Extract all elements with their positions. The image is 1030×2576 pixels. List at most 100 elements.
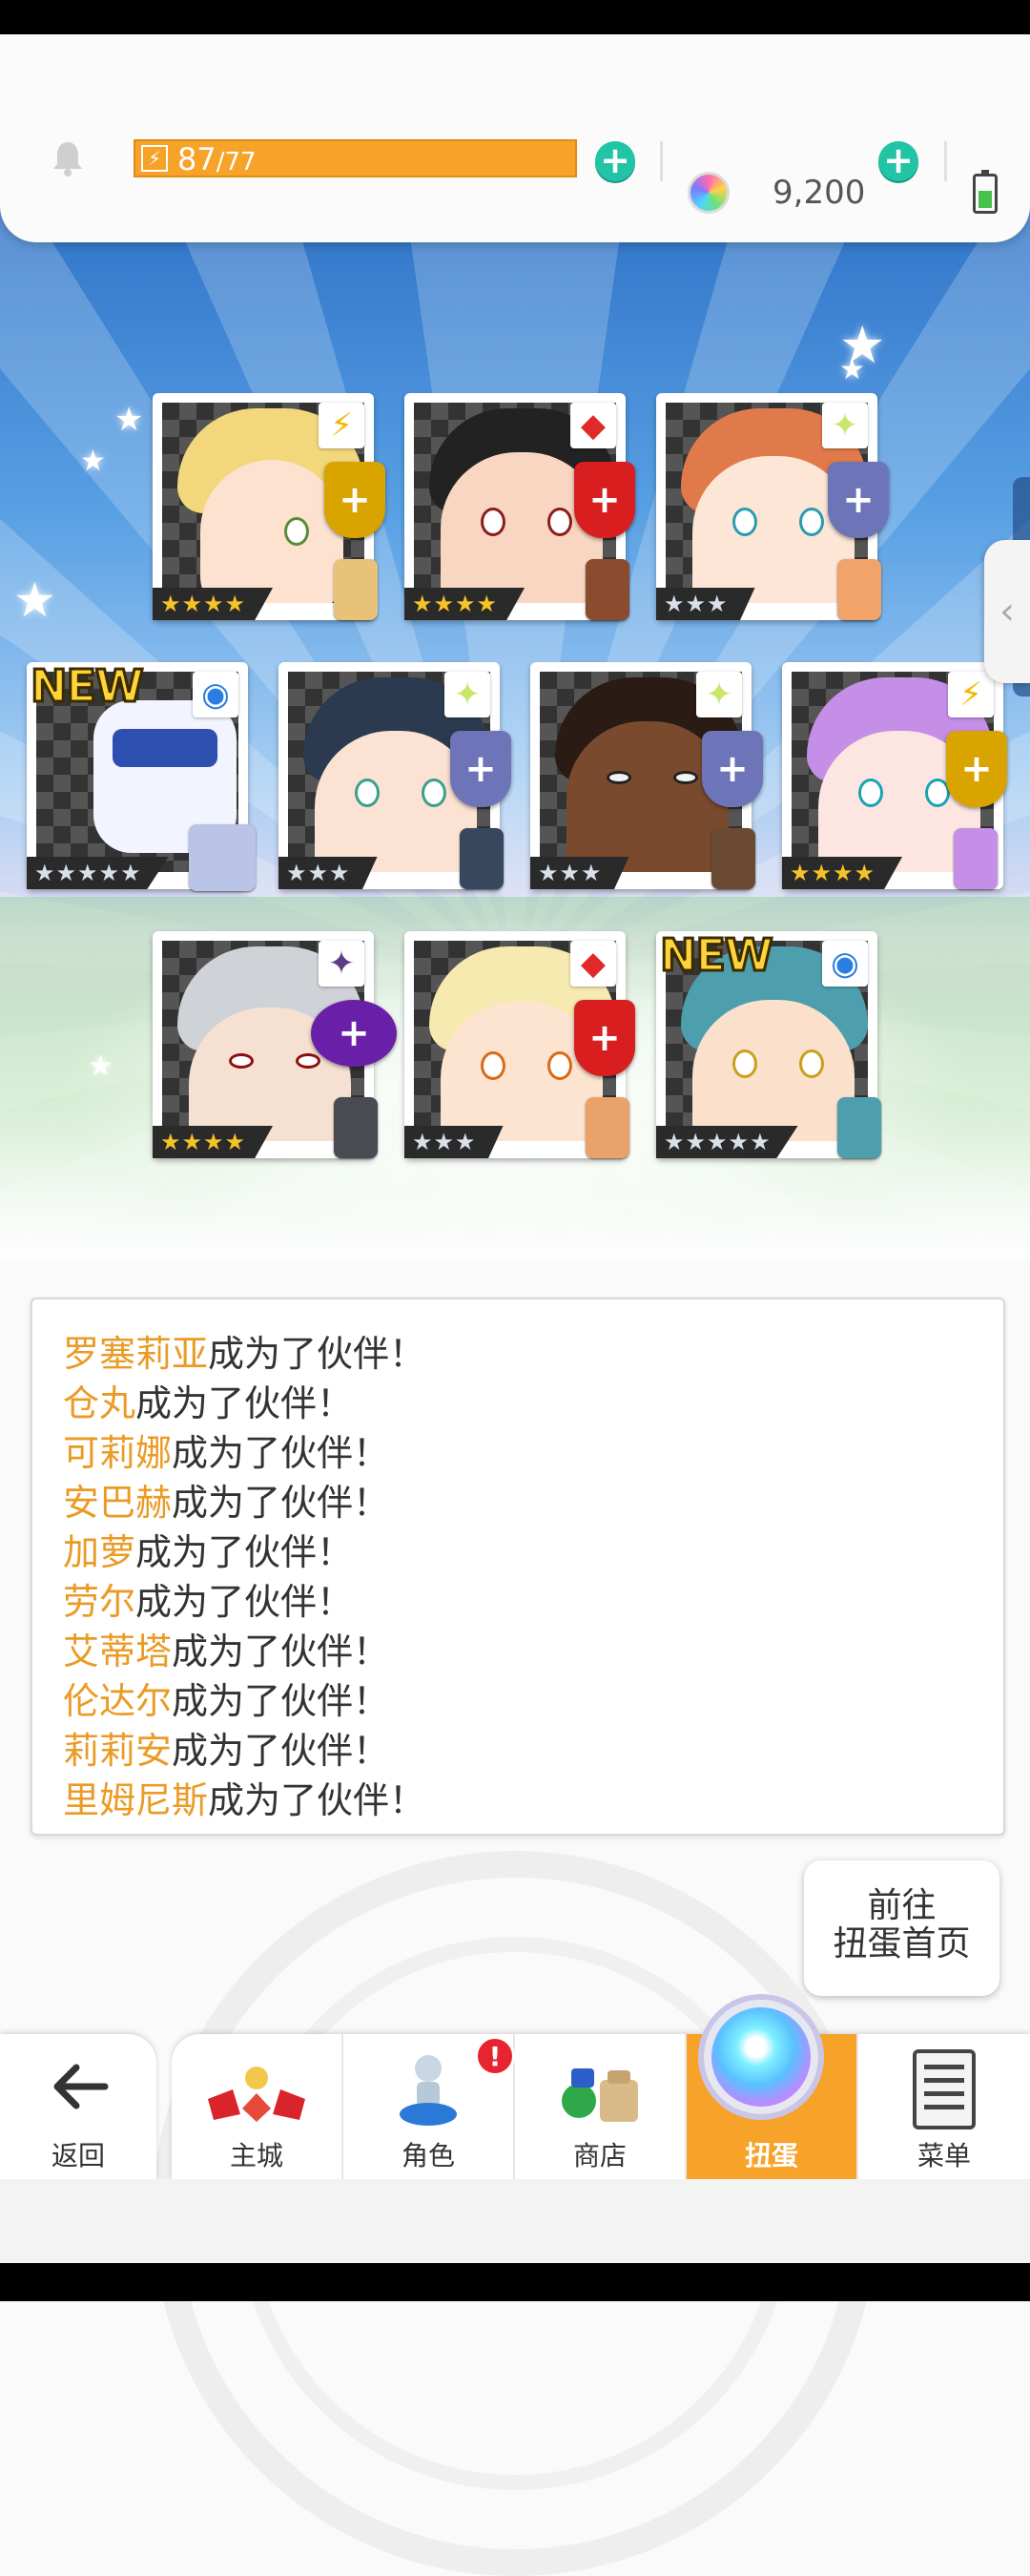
gem-count: 9,200 [772,174,866,212]
tab-label: 菜单 [917,2140,971,2171]
add-stamina-button[interactable]: + [595,141,635,181]
wind-element-icon: ✦ [444,672,490,717]
tab-label: 扭蛋 [744,2140,798,2171]
bell-icon[interactable] [48,138,88,178]
chibi-sprite [334,559,378,620]
tab-bar: 主城 角色 商店 扭蛋 菜单 [172,2034,1030,2179]
tab-label: 商店 [572,2140,627,2171]
arrow-left-icon [53,2064,109,2109]
eye [858,779,883,807]
list-item: 艾蒂塔成为了伙伴！ [63,1622,389,1674]
tab-label: 主城 [229,2140,283,2171]
eye [422,779,446,807]
class-badge-icon: + [574,462,635,538]
gem-icon [688,172,730,214]
back-button[interactable]: 返回 [0,2034,156,2179]
character-name: 艾蒂塔 [63,1631,173,1672]
character-name: 里姆尼斯 [63,1779,209,1821]
eye [732,1049,757,1078]
character-name: 可莉娜 [63,1432,173,1474]
dragon-armor [113,729,217,767]
class-badge-icon: + [828,462,889,538]
eye [799,1049,824,1078]
tab-main-city[interactable]: 主城 [172,2034,343,2179]
rarity-stars: ★★★★ [404,588,525,620]
class-badge-icon: + [311,1000,397,1067]
character-card[interactable]: NEW ◉ ★★★★★ [656,928,881,1158]
bottom-navigation: 返回 主城 角色 商店 扭蛋 菜单 ! [0,2000,1030,2179]
character-name: 莉莉安 [63,1730,173,1772]
rarity-stars: ★★★★ [153,588,274,620]
notification-alert-icon: ! [475,2036,515,2076]
rarity-stars: ★★★★★ [27,857,169,889]
divider [660,141,663,181]
sparkle-icon: ★ [114,401,144,439]
eye [673,771,698,784]
message-suffix: 成为了伙伴！ [135,1581,354,1623]
class-badge-icon: + [324,462,385,538]
chibi-sprite [837,1097,881,1158]
water-element-icon: ◉ [193,672,238,717]
character-card[interactable]: ⚡ ★★★★ + [153,393,385,620]
system-navigation-bar [0,2179,1030,2263]
go-to-gacha-home-button[interactable]: 前往 扭蛋首页 [804,1860,999,1996]
rarity-stars: ★★★★ [782,857,903,889]
character-name: 加萝 [63,1531,136,1573]
thunder-element-icon: ⚡ [948,672,994,717]
rarity-stars: ★★★ [404,1126,504,1158]
fire-element-icon: ◆ [570,941,616,987]
new-tag: NEW [30,659,146,714]
tab-menu[interactable]: 菜单 [858,2034,1030,2179]
stamina-text: 87/77 [177,142,257,179]
face [692,1000,855,1141]
character-card[interactable]: ✦ ★★★★ + [153,931,397,1158]
message-suffix: 成为了伙伴！ [172,1680,390,1722]
gacha-results-area: ★ ★ ★ ★ ★ ★ ⚡ ★★★★ + ◆ ★★★★ + ✦ ★★★ + NE… [0,191,1030,1259]
list-item: 莉莉安成为了伙伴！ [63,1721,389,1774]
result-message-list[interactable]: 罗塞莉亚成为了伙伴！ 仓丸成为了伙伴！ 可莉娜成为了伙伴！ 安巴赫成为了伙伴！ … [31,1298,1005,1836]
character-card[interactable]: ◆ ★★★ + [404,931,635,1158]
sparkle-icon: ★ [88,1049,113,1083]
dark-element-icon: ✦ [319,941,364,987]
character-name: 仓丸 [63,1382,136,1424]
divider [944,141,947,181]
character-card[interactable]: ✦ ★★★ + [656,393,889,620]
character-name: 罗塞莉亚 [63,1333,209,1375]
class-badge-icon: + [574,1000,635,1076]
message-suffix: 成为了伙伴！ [172,1482,390,1524]
message-suffix: 成为了伙伴！ [135,1382,354,1424]
water-element-icon: ◉ [822,941,868,987]
stamina-bolt-icon: ⚡ [141,145,168,172]
add-gems-button[interactable]: + [878,141,918,181]
rarity-stars: ★★★ [656,588,755,620]
screen-bottom-edge [0,2263,1030,2301]
tab-shop[interactable]: 商店 [515,2034,687,2179]
class-badge-icon: + [702,731,763,807]
character-card[interactable]: ◆ ★★★★ + [404,393,635,620]
shop-bag-icon [562,2068,638,2122]
eye [799,508,824,536]
sparkle-icon: ★ [80,445,106,478]
character-card[interactable]: ✦ ★★★ + [530,662,763,889]
castle-icon [208,2067,305,2122]
list-item: 可莉娜成为了伙伴！ [63,1423,389,1476]
class-badge-icon: + [946,731,1007,807]
chevron-left-icon: ‹ [999,590,1015,634]
fire-element-icon: ◆ [570,403,616,448]
list-item: 加萝成为了伙伴！ [63,1523,353,1575]
character-statue-icon [400,2055,457,2126]
eye [296,1053,320,1069]
rarity-stars: ★★★★★ [656,1126,798,1158]
menu-document-icon [913,2049,976,2129]
message-suffix: 成为了伙伴！ [208,1333,426,1375]
character-card[interactable]: ⚡ ★★★★ + [782,662,1007,889]
list-item: 安巴赫成为了伙伴！ [63,1473,389,1526]
list-item: 伦达尔成为了伙伴！ [63,1672,389,1724]
side-panel-toggle[interactable]: ‹ [984,540,1030,683]
character-card[interactable]: NEW ◉ ★★★★★ [27,659,256,891]
message-suffix: 成为了伙伴！ [172,1631,390,1672]
wind-element-icon: ✦ [822,403,868,448]
character-card[interactable]: ✦ ★★★ + [278,662,511,889]
chibi-sprite [189,824,256,891]
battery-icon [973,170,998,214]
